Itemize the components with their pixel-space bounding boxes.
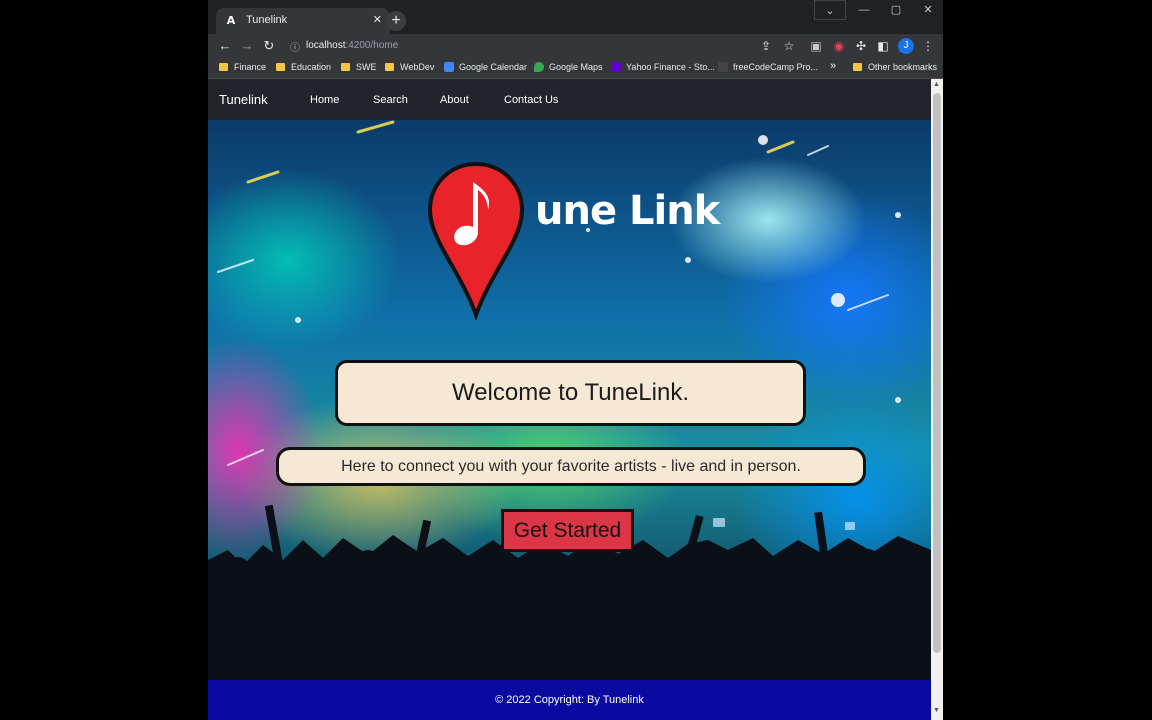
page-viewport: Tunelink Home Search About Contact Us un…	[208, 79, 931, 720]
bookmark-google-calendar[interactable]: Google Calendar	[444, 62, 527, 72]
freecodecamp-icon	[718, 62, 728, 72]
yahoo-icon	[611, 62, 621, 72]
browser-window: A Tunelink ✕ + ⌄ — ▢ ✕ ← → ↻ ⓘ localhost…	[208, 0, 943, 720]
maps-pin-icon	[534, 62, 544, 72]
back-button[interactable]: ←	[216, 37, 234, 55]
share-icon[interactable]: ⇪	[758, 38, 774, 54]
bookmarks-bar: Finance Education SWE WebDev Google Cale…	[208, 58, 943, 79]
side-panel-icon[interactable]: ◧	[875, 38, 891, 54]
bookmark-yahoo-finance[interactable]: Yahoo Finance - Sto...	[611, 62, 715, 72]
footer-copyright: © 2022 Copyright: By Tunelink	[495, 694, 644, 706]
map-pin-music-note-icon	[427, 161, 525, 320]
subtitle-text: Here to connect you with your favorite a…	[341, 458, 801, 475]
nav-link-about[interactable]: About	[440, 94, 469, 106]
address-bar[interactable]: ⓘ localhost:4200/home	[284, 36, 754, 56]
logo-text: une Link	[535, 188, 720, 234]
tab-search-dropdown-icon[interactable]: ⌄	[814, 0, 846, 20]
maximize-button[interactable]: ▢	[880, 0, 912, 22]
nav-link-search[interactable]: Search	[373, 94, 408, 106]
subtitle-card: Here to connect you with your favorite a…	[276, 447, 866, 486]
folder-icon	[219, 63, 228, 71]
bookmark-star-icon[interactable]: ☆	[781, 38, 797, 54]
folder-icon	[341, 63, 350, 71]
minimize-button[interactable]: —	[848, 0, 880, 22]
angular-favicon-icon: A	[226, 14, 236, 27]
bookmark-google-maps[interactable]: Google Maps	[534, 62, 603, 72]
profile-avatar[interactable]: J	[898, 38, 914, 54]
scrollbar-thumb[interactable]	[933, 93, 941, 653]
forward-button[interactable]: →	[238, 37, 256, 55]
page-footer: © 2022 Copyright: By Tunelink	[208, 680, 931, 720]
extensions-icon[interactable]: ✣	[853, 38, 869, 54]
navbar-brand[interactable]: Tunelink	[219, 92, 268, 107]
browser-toolbar: ← → ↻ ⓘ localhost:4200/home ⇪ ☆ ▣ ◉ ✣ ◧ …	[208, 34, 943, 58]
bookmark-education[interactable]: Education	[276, 62, 331, 72]
shield-extension-icon[interactable]: ▣	[808, 38, 824, 54]
menu-kebab-icon[interactable]: ⋮	[920, 38, 936, 54]
scroll-up-arrow-icon[interactable]: ▲	[933, 81, 940, 88]
bookmark-freecodecamp[interactable]: freeCodeCamp Pro...	[718, 62, 818, 72]
folder-icon	[276, 63, 285, 71]
site-info-icon[interactable]: ⓘ	[290, 39, 300, 54]
bookmark-finance[interactable]: Finance	[219, 62, 266, 72]
bookmarks-overflow-chevron-icon[interactable]: »	[830, 60, 836, 72]
bookmark-swe[interactable]: SWE	[341, 62, 377, 72]
new-tab-button[interactable]: +	[386, 11, 406, 31]
hero-section: une Link Welcome to TuneLink. Here to co…	[208, 120, 931, 680]
calendar-icon	[444, 62, 454, 72]
tab-strip: A Tunelink ✕ + ⌄ — ▢ ✕	[208, 0, 943, 34]
folder-icon	[853, 63, 862, 71]
scroll-down-arrow-icon[interactable]: ▼	[933, 707, 940, 714]
page-scrollbar[interactable]: ▲ ▼	[931, 79, 943, 720]
welcome-heading: Welcome to TuneLink.	[451, 379, 689, 406]
welcome-card: Welcome to TuneLink.	[335, 360, 806, 426]
nav-link-home[interactable]: Home	[310, 94, 339, 106]
bookmark-webdev[interactable]: WebDev	[385, 62, 434, 72]
get-started-button[interactable]: Get Started	[501, 509, 634, 552]
reload-button[interactable]: ↻	[260, 37, 278, 55]
nav-link-contact-us[interactable]: Contact Us	[504, 94, 558, 106]
tab-tunelink[interactable]: A Tunelink ✕	[216, 8, 390, 34]
pocket-extension-icon[interactable]: ◉	[831, 38, 847, 54]
folder-icon	[385, 63, 394, 71]
tab-title: Tunelink	[246, 14, 288, 26]
tab-close-icon[interactable]: ✕	[373, 13, 382, 26]
close-window-button[interactable]: ✕	[912, 0, 943, 22]
bookmark-other-bookmarks[interactable]: Other bookmarks	[853, 62, 937, 72]
url-text: localhost:4200/home	[306, 40, 399, 51]
app-navbar: Tunelink Home Search About Contact Us	[208, 79, 931, 120]
